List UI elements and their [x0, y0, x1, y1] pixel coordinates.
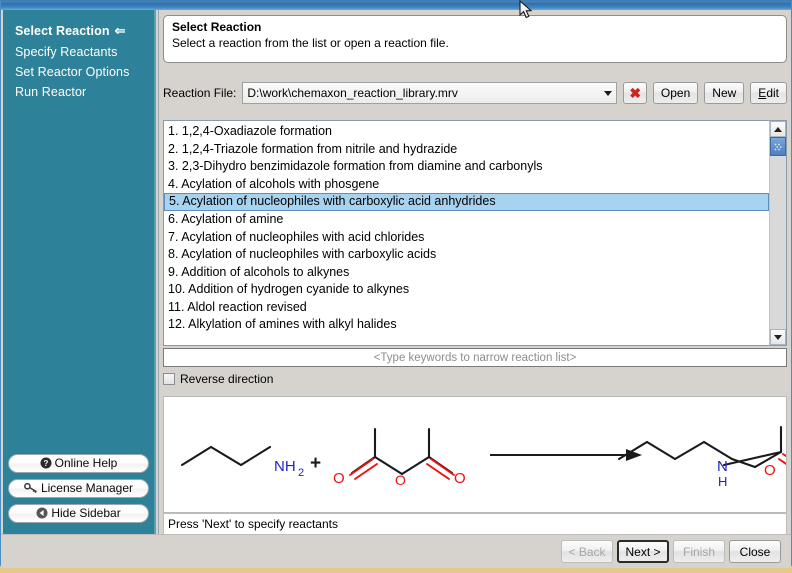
reaction-list-container: 1. 1,2,4-Oxadiazole formation 2. 1,2,4-T… [163, 120, 787, 346]
chevron-down-icon[interactable] [599, 83, 616, 103]
reaction-list-scrollbar[interactable] [769, 121, 786, 345]
amine-nitrogen-label: NH [274, 458, 296, 475]
red-x-icon: ✖ [629, 85, 642, 101]
search-placeholder-text: <Type keywords to narrow reaction list> [373, 351, 577, 364]
reaction-file-label: Reaction File: [163, 86, 237, 100]
amide-hydrogen-label: H [718, 474, 727, 489]
status-bar: Press 'Next' to specify reactants [163, 513, 787, 536]
list-item[interactable]: 3. 2,3-Dihydro benzimidazole formation f… [164, 158, 769, 176]
plus-sign: + [310, 453, 321, 474]
edit-mnemonic: E [758, 86, 767, 100]
edit-label-rest: dit [766, 86, 779, 100]
wizard-footer: < Back Next > Finish Close [1, 534, 791, 568]
list-item[interactable]: 12. Alkylation of amines with alkyl hali… [164, 316, 769, 334]
wizard-sidebar: Select Reaction ⇐ Specify Reactants Set R… [3, 10, 156, 534]
reaction-file-combobox[interactable]: D:\work\chemaxon_reaction_library.mrv [242, 82, 618, 104]
reaction-file-value: D:\work\chemaxon_reaction_library.mrv [247, 86, 458, 100]
sidebar-item-label: Set Reactor Options [15, 65, 130, 79]
product-n-butylacetamide [617, 425, 783, 469]
desktop-background: Select Reaction ⇐ Specify Reactants Set R… [0, 0, 792, 573]
sidebar-item-label: Specify Reactants [15, 45, 118, 59]
collapse-left-icon [36, 507, 48, 524]
hide-sidebar-button[interactable]: Hide Sidebar [8, 504, 149, 523]
close-button[interactable]: Close [729, 540, 781, 563]
reaction-structure-preview: NH 2 + O O O N H O [163, 396, 787, 513]
window-titlebar [1, 3, 791, 10]
wizard-dialog-panel: Select Reaction Select a reaction from t… [158, 10, 791, 567]
open-button[interactable]: Open [652, 82, 699, 104]
list-item[interactable]: 9. Addition of alcohols to alkynes [164, 264, 769, 282]
close-label: Close [739, 544, 771, 559]
reverse-direction-row[interactable]: Reverse direction [163, 372, 273, 386]
online-help-label: Online Help [54, 456, 118, 470]
next-label: Next > [625, 544, 661, 559]
list-item[interactable]: 8. Acylation of nucleophiles with carbox… [164, 246, 769, 264]
anhydride-oxygen-left-label: O [333, 470, 345, 487]
next-button[interactable]: Next > [617, 540, 669, 563]
scrollbar-thumb[interactable] [770, 137, 786, 156]
sidebar-item-run-reactor[interactable]: Run Reactor [3, 82, 154, 102]
mouse-cursor-icon [519, 0, 533, 19]
list-item[interactable]: 4. Acylation of alcohols with phosgene [164, 176, 769, 194]
page-title: Select Reaction [172, 20, 262, 34]
reactant-butylamine [180, 445, 272, 467]
amide-nitrogen-label: N [717, 458, 728, 475]
new-label: New [712, 86, 737, 100]
back-button[interactable]: < Back [561, 540, 613, 563]
list-item-selected[interactable]: 5. Acylation of nucleophiles with carbox… [164, 193, 769, 211]
triangle-down-icon [774, 334, 782, 340]
clear-reaction-file-button[interactable]: ✖ [623, 82, 647, 104]
license-manager-label: License Manager [40, 481, 134, 495]
amide-oxygen-label: O [764, 462, 776, 479]
open-label: Open [660, 86, 691, 100]
sidebar-item-label: Select Reaction [15, 24, 110, 38]
reactant-acetic-anhydride [350, 427, 454, 476]
reaction-list[interactable]: 1. 1,2,4-Oxadiazole formation 2. 1,2,4-T… [164, 121, 769, 345]
back-label: < Back [568, 544, 606, 559]
reverse-direction-label: Reverse direction [180, 372, 274, 386]
current-step-arrow-icon: ⇐ [114, 23, 126, 38]
license-manager-button[interactable]: License Manager [8, 479, 149, 498]
new-button[interactable]: New [704, 82, 745, 104]
finish-label: Finish [682, 544, 715, 559]
sidebar-button-group: ? Online Help License Manager Hide Sideb… [3, 454, 154, 529]
scroll-up-button[interactable] [770, 121, 786, 137]
scroll-down-button[interactable] [770, 329, 786, 345]
scrollbar-track[interactable] [770, 137, 786, 329]
list-item[interactable]: 7. Acylation of nucleophiles with acid c… [164, 229, 769, 247]
sidebar-item-select-reaction[interactable]: Select Reaction ⇐ [3, 20, 154, 42]
anhydride-bridge-oxygen-label: O [395, 472, 406, 488]
page-subtitle: Select a reaction from the list or open … [172, 36, 449, 50]
edit-button[interactable]: Edit [750, 82, 787, 104]
reaction-filter-input[interactable]: <Type keywords to narrow reaction list> [163, 348, 787, 367]
help-circle-icon: ? [40, 457, 52, 474]
hide-sidebar-label: Hide Sidebar [51, 506, 121, 520]
sidebar-item-set-reactor-options[interactable]: Set Reactor Options [3, 62, 154, 82]
list-item[interactable]: 10. Addition of hydrogen cyanide to alky… [164, 281, 769, 299]
finish-button[interactable]: Finish [673, 540, 725, 563]
triangle-up-icon [774, 126, 782, 132]
list-item[interactable]: 11. Aldol reaction revised [164, 299, 769, 317]
list-item[interactable]: 2. 1,2,4-Triazole formation from nitrile… [164, 141, 769, 159]
list-item[interactable]: 6. Acylation of amine [164, 211, 769, 229]
dialog-header-box: Select Reaction Select a reaction from t… [163, 15, 787, 63]
reaction-scheme-drawing: NH 2 + O O O N H O [180, 425, 786, 489]
sidebar-item-label: Run Reactor [15, 85, 87, 99]
key-icon [24, 482, 38, 499]
application-window: Select Reaction ⇐ Specify Reactants Set R… [0, 0, 792, 568]
reverse-direction-checkbox[interactable] [163, 373, 175, 385]
amine-hydrogen-subscript: 2 [298, 467, 304, 479]
list-item[interactable]: 1. 1,2,4-Oxadiazole formation [164, 123, 769, 141]
svg-text:?: ? [43, 459, 48, 468]
anhydride-oxygen-right-label: O [454, 470, 466, 487]
sidebar-item-specify-reactants[interactable]: Specify Reactants [3, 42, 154, 62]
grip-dots-icon [774, 143, 782, 151]
reaction-file-row: Reaction File: D:\work\chemaxon_reaction… [163, 81, 787, 105]
online-help-button[interactable]: ? Online Help [8, 454, 149, 473]
